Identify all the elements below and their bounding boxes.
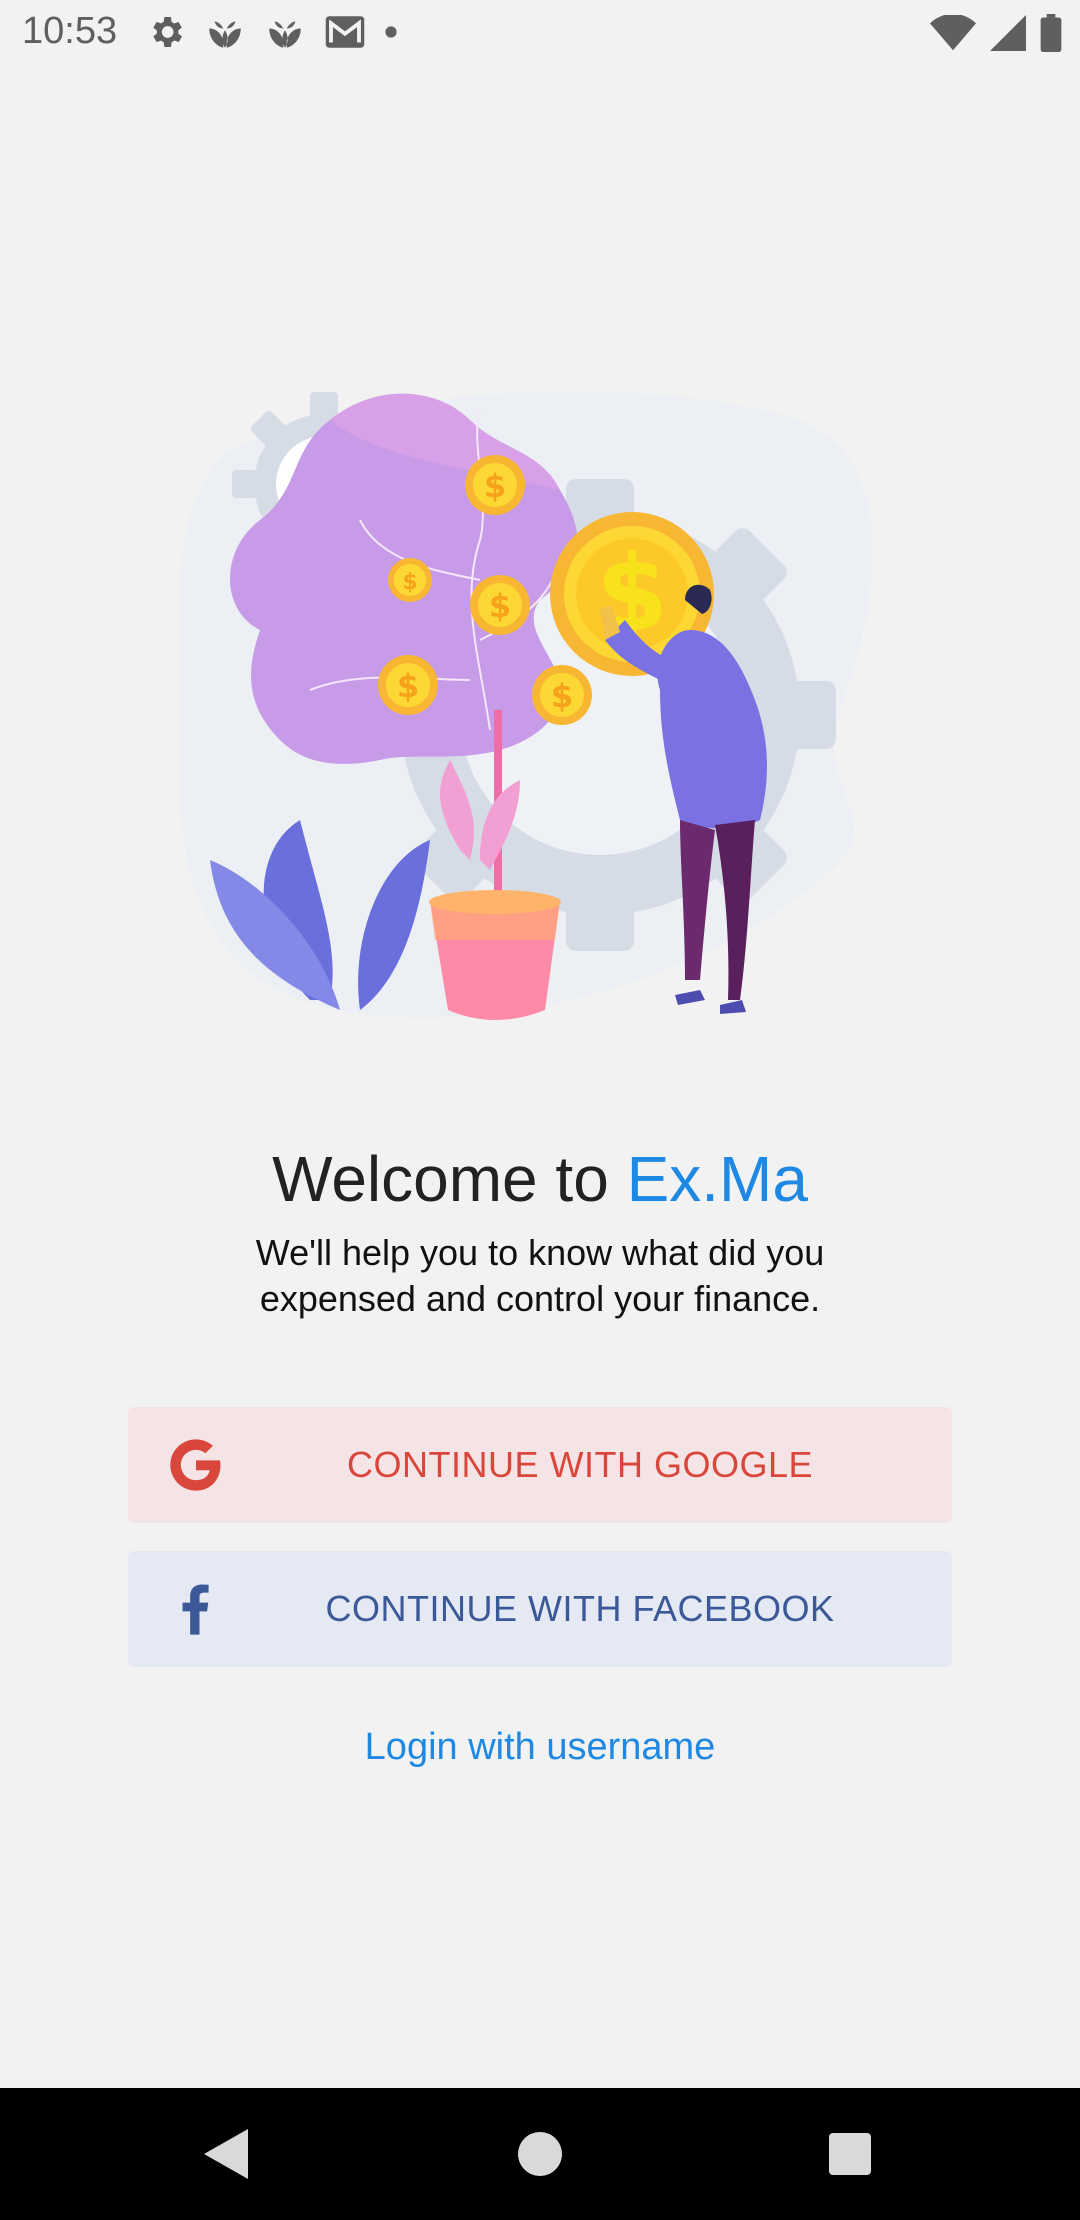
welcome-subtitle-line1: We'll help you to know what did you <box>255 1232 825 1273</box>
welcome-subtitle-line2: expensed and control your finance. <box>259 1278 821 1319</box>
svg-text:$: $ <box>397 667 419 705</box>
back-button[interactable] <box>188 2116 264 2192</box>
battery-icon <box>1040 14 1062 52</box>
google-icon <box>170 1439 221 1491</box>
svg-text:$: $ <box>484 467 506 505</box>
coin-icon: $ <box>388 558 432 602</box>
signal-icon <box>990 15 1026 51</box>
login-with-username-container: Login with username <box>0 1726 1080 1769</box>
svg-text:$: $ <box>551 677 573 715</box>
gmail-icon <box>325 16 365 48</box>
leaf-app-icon <box>269 21 301 48</box>
status-time: 10:53 <box>22 10 118 52</box>
home-button[interactable] <box>502 2116 578 2192</box>
facebook-icon <box>182 1584 209 1635</box>
google-button-label: CONTINUE WITH GOOGLE <box>346 1444 813 1485</box>
flower-pot <box>429 890 561 1020</box>
notification-icons <box>146 12 398 52</box>
continue-with-google-button[interactable]: CONTINUE WITH GOOGLE <box>128 1407 952 1523</box>
settings-icon <box>153 17 182 47</box>
back-icon <box>204 2129 248 2179</box>
recents-button[interactable] <box>812 2116 888 2192</box>
login-with-username-link[interactable]: Login with username <box>365 1726 716 1768</box>
brand-name: Ex.Ma <box>626 1143 808 1215</box>
home-icon <box>518 2132 562 2176</box>
svg-text:$: $ <box>489 587 511 625</box>
coin-icon: $ <box>465 455 525 515</box>
leaf-app-icon <box>209 21 241 48</box>
recents-icon <box>829 2133 871 2175</box>
dot-icon <box>385 26 397 38</box>
wifi-icon <box>930 15 976 51</box>
svg-text:$: $ <box>402 570 417 595</box>
coin-icon: $ <box>470 575 530 635</box>
coin-icon: $ <box>378 655 438 715</box>
system-icons <box>930 14 1062 52</box>
welcome-title: Welcome to Ex.Ma <box>0 1142 1080 1216</box>
continue-with-facebook-button[interactable]: CONTINUE WITH FACEBOOK <box>128 1551 952 1667</box>
facebook-button-label: CONTINUE WITH FACEBOOK <box>325 1588 835 1629</box>
money-tree-illustration: $ $ $ $ $ $ <box>180 391 873 1020</box>
coin-icon: $ <box>532 665 592 725</box>
welcome-title-prefix: Welcome to <box>272 1143 627 1215</box>
welcome-subtitle: We'll help you to know what did you expe… <box>0 1230 1080 1322</box>
screen: 10:53 $ $ $ $ $ $ Welcome to Ex.Ma We'll… <box>0 0 1080 2220</box>
navigation-bar <box>0 2088 1080 2220</box>
status-bar: 10:53 <box>0 0 1080 66</box>
